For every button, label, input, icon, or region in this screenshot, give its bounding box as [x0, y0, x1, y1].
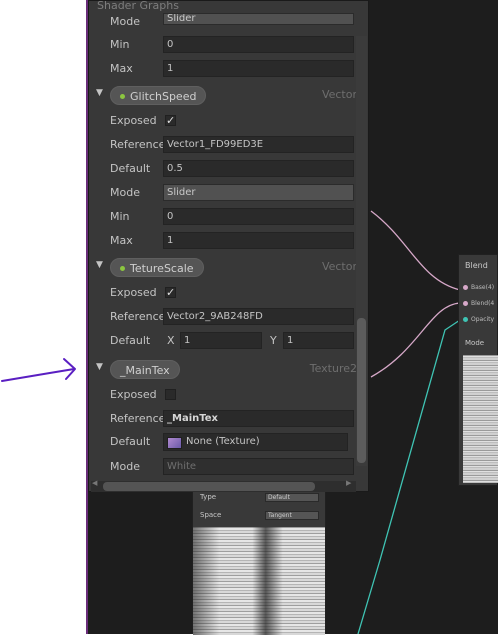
teture-default-row: Default X 1 Y 1 [89, 330, 359, 352]
teture-exposed-checkbox[interactable]: ✓ [165, 287, 176, 298]
y-label: Y [270, 334, 277, 347]
property-type: Vector [321, 88, 357, 101]
type-dropdown[interactable]: Default [265, 493, 319, 502]
blend-node[interactable]: Blend Base(4) Blend(4 Opacity Mode [458, 254, 498, 486]
maintex-exposed-checkbox[interactable] [165, 389, 176, 400]
normal-node[interactable]: Type Default Space Tangent [192, 490, 326, 635]
exposed-dot-icon [120, 93, 125, 99]
glitch-min-field[interactable]: 0 [163, 208, 354, 225]
prev-max-row: Max 1 [89, 58, 359, 80]
texture-icon [167, 437, 182, 449]
scroll-right-icon[interactable]: ▶ [346, 479, 351, 487]
prev-min-field[interactable]: 0 [163, 36, 354, 53]
port-opacity[interactable]: Opacity [463, 316, 494, 323]
glitch-default-field[interactable]: 0.5 [163, 160, 354, 177]
property-maintex-header[interactable]: ▼ _MainTex Texture2 [89, 358, 359, 382]
annotation-arrow [1, 358, 76, 382]
maintex-texture-field[interactable]: None (Texture) [163, 433, 348, 451]
teture-y-field[interactable]: 1 [283, 332, 354, 349]
scroll-left-icon[interactable]: ◀ [92, 479, 97, 487]
property-teturescale-header[interactable]: ▼ TetureScale Vector [89, 256, 359, 280]
port-dot-icon [463, 301, 468, 306]
glitch-min-row: Min 0 [89, 206, 359, 228]
maintex-reference-row: Reference _MainTex [89, 408, 359, 430]
wire-to-blend [370, 302, 461, 378]
property-glitchspeed-header[interactable]: ▼ GlitchSpeed Vector [89, 84, 359, 108]
glitch-default-row: Default 0.5 [89, 158, 359, 180]
property-pill-teturescale[interactable]: TetureScale [110, 258, 204, 277]
maintex-reference-field[interactable]: _MainTex [163, 410, 354, 427]
port-dot-icon [463, 285, 468, 290]
port-dot-icon [463, 317, 468, 322]
x-label: X [167, 334, 175, 347]
property-type: Vector [321, 260, 357, 273]
exposed-dot-icon [120, 265, 125, 271]
glitch-mode-row: Mode Slider [89, 182, 359, 204]
prev-mode-row: Mode Slider [89, 11, 359, 33]
horizontal-scroll-thumb[interactable] [103, 482, 315, 491]
teture-reference-row: Reference Vector2_9AB248FD [89, 306, 359, 328]
chevron-down-icon[interactable]: ▼ [96, 362, 103, 372]
teture-reference-field[interactable]: Vector2_9AB248FD [163, 308, 354, 325]
maintex-mode-row: Mode White [89, 456, 359, 478]
glitch-max-field[interactable]: 1 [163, 232, 354, 249]
maintex-mode-dropdown[interactable]: White [163, 458, 354, 475]
maintex-default-row: Default None (Texture) [89, 431, 359, 453]
type-label: Type [200, 493, 217, 501]
glitch-reference-row: Reference Vector1_FD99ED3E [89, 134, 359, 156]
blackboard-panel[interactable]: Shader Graphs Mode Slider Min 0 Max 1 ▼ … [88, 0, 369, 492]
chevron-down-icon[interactable]: ▼ [96, 260, 103, 270]
prev-min-row: Min 0 [89, 34, 359, 56]
property-pill-maintex[interactable]: _MainTex [110, 360, 180, 379]
port-base[interactable]: Base(4) [463, 284, 494, 291]
chevron-down-icon[interactable]: ▼ [96, 88, 103, 98]
vertical-scroll-thumb[interactable] [357, 318, 366, 463]
glitch-mode-dropdown[interactable]: Slider [163, 184, 354, 201]
property-type: Texture2 [309, 362, 357, 375]
glitch-exposed-checkbox[interactable]: ✓ [165, 115, 176, 126]
space-label: Space [200, 511, 222, 519]
teture-x-field[interactable]: 1 [180, 332, 262, 349]
blend-node-title: Blend [465, 261, 488, 270]
wire-to-base [370, 210, 461, 291]
blend-mode-label: Mode [465, 339, 485, 347]
property-pill-glitchspeed[interactable]: GlitchSpeed [110, 86, 207, 105]
wire-to-opacity [357, 319, 461, 634]
glitch-exposed-row: Exposed ✓ [110, 114, 176, 127]
prev-max-field[interactable]: 1 [163, 60, 354, 77]
prev-mode-dropdown[interactable]: Slider [163, 13, 354, 25]
teture-exposed-row: Exposed ✓ [110, 286, 176, 299]
maintex-exposed-row: Exposed [89, 384, 359, 406]
blend-preview [463, 355, 498, 483]
glitch-reference-field[interactable]: Vector1_FD99ED3E [163, 136, 354, 153]
space-dropdown[interactable]: Tangent [265, 511, 319, 520]
port-blend[interactable]: Blend(4 [463, 300, 494, 307]
node-preview [193, 527, 325, 635]
glitch-max-row: Max 1 [89, 230, 359, 252]
